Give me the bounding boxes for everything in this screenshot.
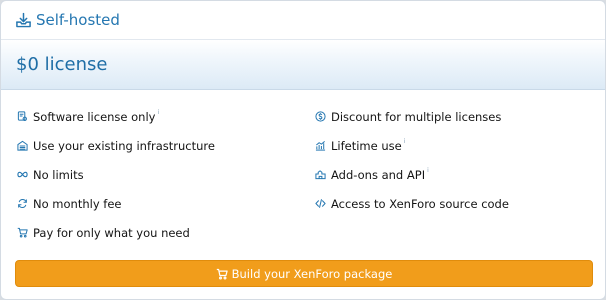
info-note[interactable]: i bbox=[157, 109, 159, 116]
feature-label: Lifetime use bbox=[331, 138, 402, 153]
card-header: Self-hosted bbox=[1, 1, 605, 40]
price-band: $0 license bbox=[1, 40, 605, 90]
card-title: Self-hosted bbox=[36, 11, 120, 29]
feature-label: Software license only bbox=[33, 109, 156, 124]
feature-column-left: Software license only i Use your existin… bbox=[17, 102, 215, 247]
feature-item: No limits bbox=[17, 160, 215, 189]
feature-item: Use your existing infrastructure bbox=[17, 131, 215, 160]
license-icon bbox=[17, 111, 28, 122]
feature-label: Pay for only what you need bbox=[33, 225, 190, 240]
dollar-circle-icon bbox=[315, 111, 326, 122]
feature-list: Software license only i Use your existin… bbox=[1, 90, 605, 240]
feature-item: Access to XenForo source code bbox=[315, 189, 509, 218]
infinity-icon bbox=[17, 169, 28, 180]
feature-label: No limits bbox=[33, 167, 84, 182]
cart-icon bbox=[17, 227, 28, 238]
price-label: $0 license bbox=[16, 54, 108, 75]
feature-item: Pay for only what you need bbox=[17, 218, 215, 247]
feature-item: Lifetime use i bbox=[315, 131, 509, 160]
build-package-label: Build your XenForo package bbox=[231, 266, 393, 281]
info-note[interactable]: i bbox=[404, 138, 406, 145]
feature-item: Software license only i bbox=[17, 102, 215, 131]
info-note[interactable]: i bbox=[427, 167, 429, 174]
feature-column-right: Discount for multiple licenses Lifetime … bbox=[315, 102, 509, 218]
download-tray-icon bbox=[15, 12, 32, 29]
refresh-icon bbox=[17, 198, 28, 209]
feature-item: Add-ons and API i bbox=[315, 160, 509, 189]
feature-label: No monthly fee bbox=[33, 196, 122, 211]
chart-icon bbox=[315, 140, 326, 151]
feature-item: No monthly fee bbox=[17, 189, 215, 218]
cart-icon bbox=[216, 268, 228, 280]
addons-icon bbox=[315, 169, 326, 180]
server-icon bbox=[17, 140, 28, 151]
code-icon bbox=[315, 198, 326, 209]
feature-label: Use your existing infrastructure bbox=[33, 138, 215, 153]
feature-label: Access to XenForo source code bbox=[331, 196, 509, 211]
build-package-button[interactable]: Build your XenForo package bbox=[15, 260, 593, 287]
feature-item: Discount for multiple licenses bbox=[315, 102, 509, 131]
self-hosted-card: Self-hosted $0 license Software license … bbox=[0, 0, 606, 300]
feature-label: Add-ons and API bbox=[331, 167, 426, 182]
feature-label: Discount for multiple licenses bbox=[331, 109, 502, 124]
